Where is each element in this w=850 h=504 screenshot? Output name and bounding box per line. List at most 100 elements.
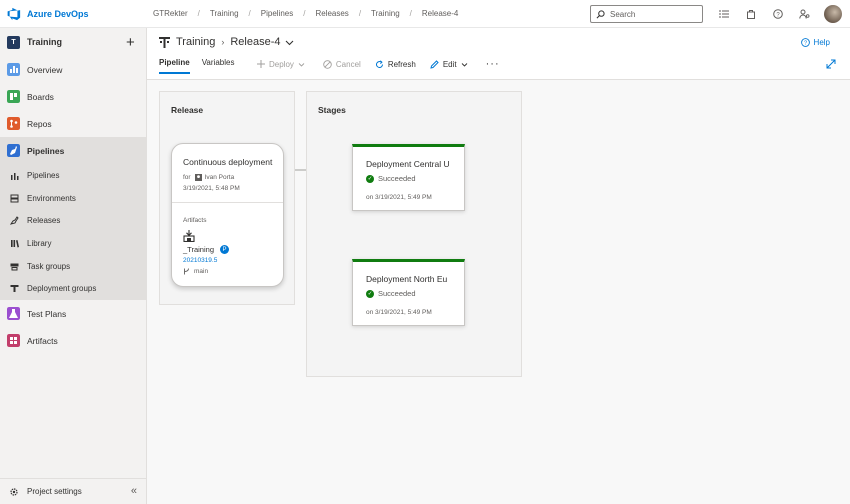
deploy-button[interactable]: Deploy [257,60,309,69]
refresh-icon [375,59,383,68]
cancel-icon [323,59,332,69]
sidebar-item-label: Repos [27,118,52,129]
project-selector[interactable]: T Training + [0,28,146,56]
main-content: Training › Release-4 ? Help Pipeline Var… [147,28,850,504]
breadcrumb-item[interactable]: Training [371,9,400,18]
sidebar-subitem-deployment-groups[interactable]: Deployment groups [0,277,146,300]
pipeline-name[interactable]: Training [176,36,215,48]
brand[interactable]: Azure DevOps [0,7,147,21]
breadcrumb-item[interactable]: Training [210,9,239,18]
sidebar-subitem-library[interactable]: Library [0,232,146,255]
search-icon [596,9,605,18]
breadcrumb-item[interactable]: Releases [315,9,348,18]
user-avatar-icon [194,174,202,181]
releases-icon [10,216,19,225]
refresh-label: Refresh [387,59,416,69]
edit-button[interactable]: Edit [430,60,472,69]
library-icon [11,239,19,248]
sidebar-item-label: Pipelines [27,145,65,156]
sidebar-subitem-label: Library [27,238,52,248]
help-icon[interactable]: ? [764,9,791,19]
sidebar-subitem-task-groups[interactable]: Task groups [0,255,146,278]
work-items-icon[interactable] [710,9,737,19]
stage-status-label: Succeeded [378,174,416,183]
sidebar-subitem-releases[interactable]: Releases [0,209,146,232]
refresh-button[interactable]: Refresh [375,60,416,69]
tab-pipeline[interactable]: Pipeline [159,58,190,74]
artifact-branch: main [183,268,208,275]
boards-icon [7,90,20,103]
page-header: Training › Release-4 ? Help Pipeline Var… [147,28,850,80]
project-name: Training [27,37,63,47]
marketplace-icon[interactable] [737,9,764,19]
plus-icon [257,60,265,68]
gear-icon [10,487,18,496]
sidebar-subitem-label: Environments [27,193,76,203]
breadcrumb-item[interactable]: Pipelines [261,9,293,18]
collapse-sidebar-icon[interactable]: « [131,485,137,497]
search-input[interactable]: Search [590,5,703,23]
azure-devops-logo-icon [7,7,21,20]
card-divider [172,202,283,203]
user-name: Ivan Porta [204,174,235,181]
sidebar-item-test-plans[interactable]: Test Plans [0,300,146,327]
sidebar-item-repos[interactable]: Repos [0,110,146,137]
help-circle-icon: ? [800,38,810,47]
task-groups-icon [10,263,19,271]
sidebar-item-pipelines[interactable]: Pipelines [0,137,146,164]
pipelines-sub-icon [11,172,19,180]
breadcrumb: GTRekter / Training / Pipelines / Releas… [153,9,458,18]
sidebar-item-label: Artifacts [27,335,58,346]
page-title: Training › Release-4 [159,36,294,48]
sidebar-subitem-environments[interactable]: Environments [0,187,146,210]
expand-icon[interactable] [826,59,836,69]
release-card[interactable]: Continuous deployment for Ivan Porta 3/1… [171,143,284,287]
pencil-icon [430,59,439,69]
project-settings[interactable]: Project settings « [0,478,146,504]
build-artifact-icon [183,230,195,242]
stages-panel-title: Stages [318,105,346,115]
title-separator: › [221,37,225,47]
breadcrumb-separator: / [197,9,200,18]
cancel-label: Cancel [335,59,361,69]
stage-date: on 3/19/2021, 5:49 PM [366,194,432,201]
sidebar-item-boards[interactable]: Boards [0,83,146,110]
sidebar-item-artifacts[interactable]: Artifacts [0,327,146,354]
stage-card[interactable]: Deployment North Eu ✓ Succeeded on 3/19/… [352,259,465,326]
breadcrumb-item[interactable]: GTRekter [153,9,188,18]
top-icons: ? [710,0,850,28]
user-settings-icon[interactable] [791,9,818,19]
sidebar-subitem-pipelines[interactable]: Pipelines [0,164,146,187]
stage-card[interactable]: Deployment Central U ✓ Succeeded on 3/19… [352,144,465,211]
tab-variables[interactable]: Variables [202,58,235,74]
breadcrumb-separator: / [358,9,362,18]
artifacts-label: Artifacts [183,217,207,224]
stage-status: ✓ Succeeded [366,174,416,183]
sidebar-item-overview[interactable]: Overview [0,56,146,83]
chevron-down-icon[interactable] [285,38,294,47]
sidebar-subitem-label: Releases [27,216,61,226]
avatar[interactable] [824,5,842,23]
pipelines-group: Pipelines Pipelines Environments Release… [0,137,146,301]
sidebar: T Training + Overview Boards Repos Pipel… [0,28,147,504]
overview-icon [7,63,20,76]
artifact-name[interactable]: _Training P [183,245,229,254]
release-name[interactable]: Release-4 [230,36,280,48]
artifact-version-link[interactable]: 20210319.5 [183,257,217,264]
search-placeholder: Search [610,9,636,19]
for-label: for [183,174,191,181]
trigger-title: Continuous deployment [183,157,273,167]
project-tile: T [7,35,20,49]
help-link[interactable]: ? Help [800,38,830,47]
edit-label: Edit [442,59,457,69]
breadcrumb-item[interactable]: Release-4 [422,9,458,18]
sidebar-item-label: Boards [27,91,54,102]
cancel-button[interactable]: Cancel [323,60,361,69]
more-options-icon[interactable]: ··· [486,58,500,70]
stage-date: on 3/19/2021, 5:49 PM [366,309,432,316]
success-check-icon: ✓ [366,174,374,183]
deploy-label: Deploy [269,59,294,69]
stage-name: Deployment North Eu [366,274,448,284]
add-icon[interactable]: + [126,34,135,51]
deployment-groups-icon [10,285,19,293]
